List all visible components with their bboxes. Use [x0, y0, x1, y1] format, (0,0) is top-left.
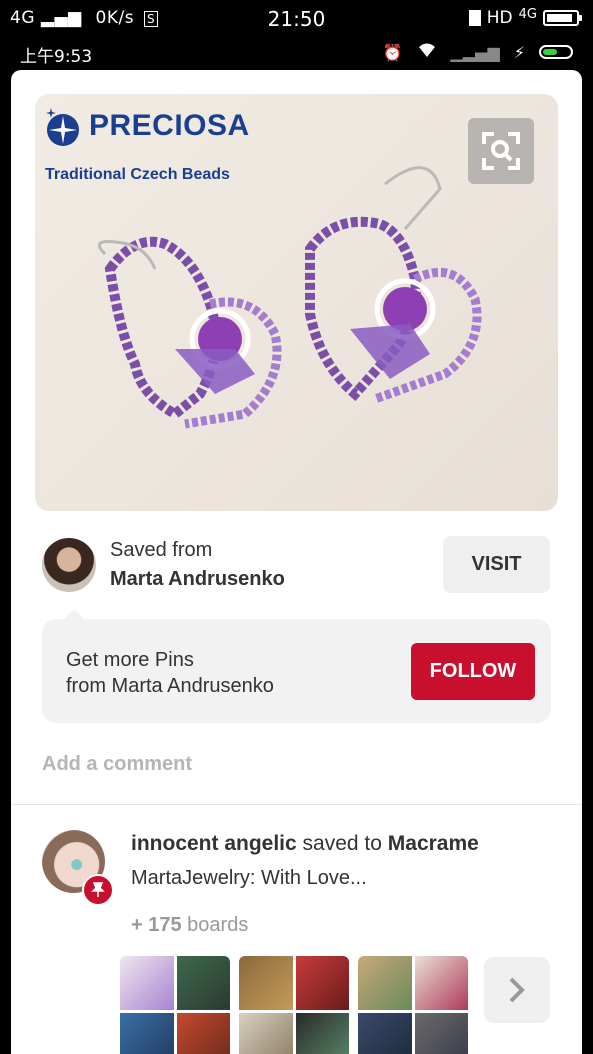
follow-line-2: from Marta Andrusenko	[66, 675, 274, 697]
author-name[interactable]: Marta Andrusenko	[110, 568, 285, 591]
follow-prompt: Get more Pins from Marta Andrusenko FOLL…	[42, 609, 551, 723]
battery-indicator-icon	[539, 45, 573, 59]
chevron-right-icon	[509, 977, 525, 1003]
boards-count[interactable]: + 175 boards	[131, 914, 248, 937]
thumbnail	[176, 956, 230, 1010]
thumbnail	[176, 1012, 230, 1054]
next-boards-button[interactable]	[484, 957, 550, 1023]
activity-text: innocent angelic saved to Macrame	[131, 832, 561, 856]
source-row[interactable]: Saved from Marta Andrusenko	[42, 538, 285, 592]
activity-user[interactable]: innocent angelic	[131, 832, 297, 855]
activity-description: MartaJewelry: With Love...	[131, 867, 367, 889]
board-thumbnail-group[interactable]	[239, 956, 349, 1054]
boards-label: boards	[187, 914, 249, 936]
board-thumbnails	[120, 956, 468, 1054]
thumbnail	[414, 956, 468, 1010]
hd-label: HD	[486, 8, 513, 28]
follow-text: Get more Pins from Marta Andrusenko	[66, 647, 274, 699]
brand-name: PRECIOSA	[89, 109, 250, 142]
thumbnail	[358, 956, 412, 1010]
pin-detail-card: PRECIOSA Traditional Czech Beads Saved f…	[11, 70, 582, 1054]
thumbnail	[239, 956, 293, 1010]
activity-action: saved to	[302, 832, 382, 855]
pin-image[interactable]: PRECIOSA Traditional Czech Beads	[35, 94, 558, 511]
thumbnail	[120, 1012, 174, 1054]
author-avatar[interactable]	[42, 538, 96, 592]
battery-icon	[543, 10, 582, 26]
visual-search-icon[interactable]	[468, 118, 534, 184]
pin-badge-icon	[82, 874, 114, 906]
preciosa-star-icon	[46, 108, 79, 146]
cell-signal-icon: ▁▂▄▆	[450, 42, 500, 62]
alarm-icon: ⏰	[382, 42, 403, 62]
board-thumbnail-group[interactable]	[358, 956, 468, 1054]
board-thumbnail-group[interactable]	[120, 956, 230, 1054]
brand-tagline: Traditional Czech Beads	[45, 166, 230, 183]
thumbnail	[414, 1012, 468, 1054]
status-bar: 4G ▂▄▆ 0K/s S 21:50 HD 4G	[0, 0, 593, 38]
thumbnail	[295, 956, 349, 1010]
charging-icon: ⚡	[513, 42, 525, 62]
source-text: Saved from Marta Andrusenko	[110, 539, 285, 591]
thumbnail	[358, 1012, 412, 1054]
secondary-time: 上午9:53	[20, 47, 93, 67]
secondary-status-right: ⏰ ▁▂▄▆ ⚡	[383, 42, 573, 62]
status-right: HD 4G	[468, 6, 582, 28]
secondary-status-bar: 上午9:53 ⏰ ▁▂▄▆ ⚡	[0, 38, 593, 68]
thumbnail	[295, 1012, 349, 1054]
visit-button[interactable]: VISIT	[443, 536, 550, 593]
activity-board[interactable]: Macrame	[388, 832, 479, 855]
divider	[11, 804, 582, 805]
saved-from-label: Saved from	[110, 539, 213, 561]
add-comment-field[interactable]: Add a comment	[42, 753, 192, 776]
follow-line-1: Get more Pins	[66, 649, 194, 671]
follow-button[interactable]: FOLLOW	[411, 643, 535, 700]
wifi-icon	[417, 42, 437, 62]
boards-count-value: + 175	[131, 914, 182, 936]
brand-logo: PRECIOSA	[41, 104, 250, 148]
thumbnail	[239, 1012, 293, 1054]
thumbnail	[120, 956, 174, 1010]
charging-sim-icon	[468, 10, 481, 26]
network-right-label: 4G	[518, 6, 537, 22]
